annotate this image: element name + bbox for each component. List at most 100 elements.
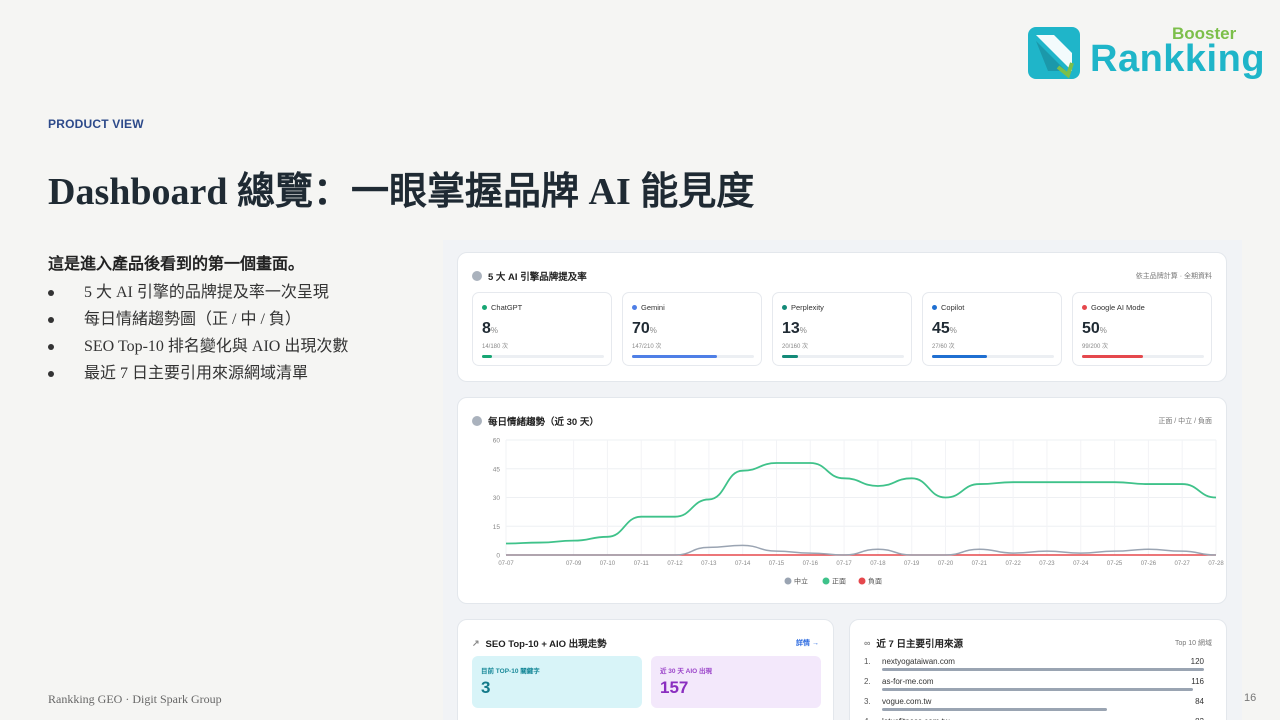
engine-card: ChatGPT 8% 14/180 次 (472, 292, 612, 366)
source-bar (882, 708, 1108, 711)
x-tick-label: 07-17 (836, 561, 852, 567)
source-count: 116 (1191, 677, 1204, 686)
engine-progress-track (482, 355, 604, 358)
legend-label: 負面 (868, 577, 882, 586)
sentiment-chart: 0 15 30 45 60 07-07 07-09 07-10 07-11 07-12 07-13 0… (493, 438, 1225, 586)
legend-label: 正面 (832, 578, 846, 586)
x-tick-label: 07-25 (1107, 561, 1123, 567)
engine-progress-track (1082, 355, 1204, 358)
source-domain[interactable]: as-for-me.com (882, 677, 934, 686)
x-tick-label: 07-24 (1073, 561, 1089, 567)
x-tick-label: 07-22 (1005, 561, 1021, 567)
eyebrow-label: PRODUCT VIEW (48, 117, 144, 131)
engine-progress-fill (632, 355, 718, 358)
x-tick-label: 07-12 (667, 561, 683, 567)
engine-name: Perplexity (791, 303, 824, 312)
y-tick-label: 60 (493, 438, 501, 445)
source-bar (882, 688, 1194, 691)
seo-card: ↗ SEO Top-10 + AIO 出現走勢 詳情 → 目前 TOP-10 關鍵… (457, 619, 834, 720)
engine-count: 27/60 次 (932, 344, 955, 350)
engine-pct-unit: % (799, 326, 807, 335)
source-domain[interactable]: nextyogataiwan.com (882, 657, 955, 666)
engine-pct: 70 (632, 320, 650, 337)
engine-pct: 13 (782, 320, 800, 337)
x-tick-label: 07-14 (735, 561, 751, 567)
aio-stat: 近 30 天 AIO 出現 157 (651, 656, 821, 708)
x-tick-label: 07-21 (972, 561, 988, 567)
engine-pct-unit: % (649, 326, 657, 335)
x-tick-label: 07-23 (1039, 561, 1055, 567)
sources-card-title: 近 7 日主要引用來源 (876, 639, 963, 650)
series-line-0 (506, 544, 1217, 556)
dashboard-screenshot: 5 大 AI 引擎品牌提及率 依主品牌計算 · 全期資料 ChatGPT 8% 14… (443, 240, 1242, 720)
page-number: 16 (1244, 692, 1257, 704)
x-tick-label: 07-18 (870, 561, 886, 567)
source-bar (882, 668, 1204, 671)
top10-stat-value: 3 (481, 678, 491, 697)
intro-text: 這是進入產品後看到的第一個畫面。 (48, 256, 305, 273)
engine-pct-unit: % (490, 326, 499, 335)
engine-progress-fill (482, 355, 492, 358)
source-row: 1. nextyogataiwan.com 120 (864, 657, 1204, 677)
x-tick-label: 07-19 (904, 561, 920, 567)
engine-dot-icon (782, 305, 787, 310)
x-tick-label: 07-15 (769, 561, 785, 567)
x-tick-label: 07-27 (1175, 561, 1191, 567)
source-rank: 1. (864, 657, 871, 666)
x-tick-label: 07-28 (1208, 561, 1224, 567)
link-icon: ∞ (864, 638, 871, 648)
sources-card: ∞ 近 7 日主要引用來源 Top 10 網域 1. nextyogataiwan.… (849, 619, 1227, 720)
engine-pct: 8 (482, 320, 491, 337)
legend-swatch (858, 577, 866, 585)
source-row: 2. as-for-me.com 116 (864, 677, 1204, 697)
logo-mark-icon (1028, 27, 1080, 79)
aio-stat-value: 157 (660, 678, 689, 697)
mention-card-meta: 依主品牌計算 · 全期資料 (1135, 273, 1212, 280)
engine-dot-icon (482, 305, 487, 310)
footer-credit: Rankking GEO · Digit Spark Group (48, 692, 222, 706)
source-count: 120 (1190, 657, 1204, 666)
source-rank: 3. (864, 697, 871, 706)
engine-dot-icon (1082, 305, 1087, 310)
engine-pct-unit: % (949, 326, 957, 335)
engine-name: Gemini (641, 303, 665, 312)
engine-progress-fill (1082, 355, 1143, 358)
mention-card-title: 5 大 AI 引擎品牌提及率 (488, 272, 587, 283)
engine-name: ChatGPT (491, 303, 523, 312)
engine-count: 20/160 次 (782, 344, 809, 350)
sentiment-card: 每日情緒趨勢（近 30 天） 正面 / 中立 / 負面 0 15 30 45 60 07-… (457, 397, 1227, 604)
engine-count: 147/210 次 (632, 344, 662, 350)
robot-icon (472, 271, 482, 281)
engine-name: Copilot (941, 303, 965, 312)
engine-pct: 50 (1082, 320, 1100, 337)
sources-card-meta: Top 10 網域 (1175, 640, 1212, 647)
y-tick-label: 30 (493, 495, 501, 502)
engine-card: Perplexity 13% 20/160 次 (772, 292, 912, 366)
x-tick-label: 07-07 (498, 561, 514, 567)
source-count: 84 (1195, 697, 1204, 706)
mention-rate-card: 5 大 AI 引擎品牌提及率 依主品牌計算 · 全期資料 ChatGPT 8% 14… (457, 252, 1227, 382)
logo-name: Rankking (1090, 38, 1266, 80)
x-tick-label: 07-20 (938, 561, 954, 567)
engine-dot-icon (932, 305, 937, 310)
seo-detail-link[interactable]: 詳情 → (796, 638, 819, 648)
seo-card-title: SEO Top-10 + AIO 出現走勢 (485, 639, 607, 650)
engine-progress-track (782, 355, 904, 358)
feature-item: 最近 7 日主要引用來源網域清單 (48, 364, 348, 391)
engine-progress-track (932, 355, 1054, 358)
engine-pct: 45 (932, 320, 950, 337)
engine-progress-track (632, 355, 754, 358)
engine-progress-fill (782, 355, 798, 358)
x-tick-label: 07-16 (803, 561, 819, 567)
source-domain[interactable]: vogue.com.tw (882, 697, 931, 706)
y-tick-label: 15 (493, 524, 501, 531)
y-tick-label: 0 (496, 553, 500, 560)
engine-dot-icon (632, 305, 637, 310)
engine-count: 14/180 次 (482, 344, 509, 350)
x-tick-label: 07-09 (566, 561, 582, 567)
engine-name: Google AI Mode (1091, 303, 1145, 312)
engine-card: Google AI Mode 50% 99/200 次 (1072, 292, 1212, 366)
legend-label: 中立 (794, 577, 808, 586)
series-line-1 (505, 462, 1217, 545)
top10-stat: 目前 TOP-10 關鍵字 3 (472, 656, 642, 708)
